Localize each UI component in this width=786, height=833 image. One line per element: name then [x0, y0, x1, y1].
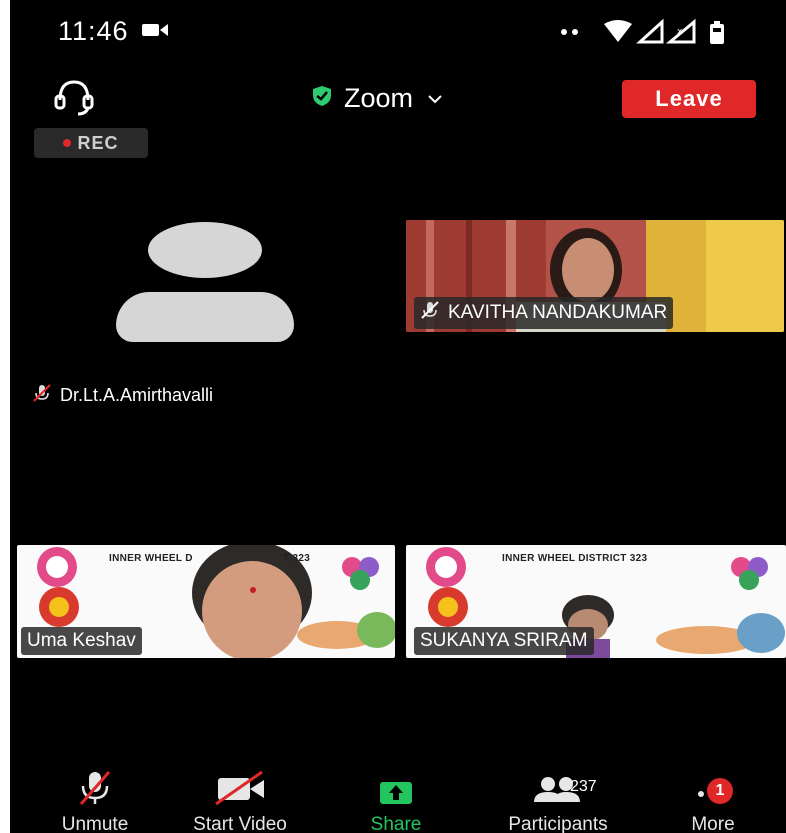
mic-muted-icon: [75, 770, 115, 806]
status-time: 11:46: [58, 16, 129, 46]
leave-button[interactable]: Leave: [622, 80, 756, 118]
system-icons: x: [558, 18, 758, 51]
meeting-title-button[interactable]: Zoom: [310, 78, 443, 118]
unmute-button[interactable]: Unmute: [40, 770, 150, 833]
participant-name: Uma Keshav: [27, 630, 136, 651]
video-camera-icon: [142, 22, 168, 43]
video-tile-uma[interactable]: INNER WHEEL D T 323 Uma Keshav: [17, 545, 395, 658]
start-video-button[interactable]: Start Video: [170, 770, 310, 833]
headset-icon[interactable]: [50, 74, 98, 118]
video-tile-sukanya[interactable]: INNER WHEEL DISTRICT 323 SUKANYA SRIRAM: [406, 545, 786, 658]
participant-name-tag: Uma Keshav: [21, 627, 142, 655]
participant-name: SUKANYA SRIRAM: [420, 630, 588, 651]
share-arrow-icon: [376, 770, 416, 806]
avatar-body: [116, 292, 294, 342]
participant-avatar[interactable]: [110, 222, 300, 342]
participant-name-tag: KAVITHA NANDAKUMAR: [414, 297, 674, 329]
zoom-meeting-screen: 11:46 x Zoom Leave REC Dr.Lt.A.Amirthava…: [10, 0, 786, 833]
unmute-label: Unmute: [61, 814, 129, 833]
banner-text: INNER WHEEL DISTRICT 323: [502, 553, 648, 564]
svg-text:x: x: [677, 27, 683, 37]
participants-button[interactable]: 237 Participants: [478, 770, 638, 833]
banner-text: INNER WHEEL D: [109, 553, 193, 564]
meeting-top-bar: Zoom Leave: [10, 70, 786, 126]
avatar-head: [148, 222, 262, 278]
meeting-title: Zoom: [344, 82, 414, 113]
participants-label: Participants: [508, 814, 608, 833]
participants-icon: 237: [508, 770, 608, 806]
battery-icon: [710, 21, 724, 44]
share-button[interactable]: Share: [356, 770, 436, 833]
start-video-label: Start Video: [193, 814, 287, 833]
more-label: More: [691, 814, 735, 833]
participant-name-tag: Dr.Lt.A.Amirthavalli: [32, 383, 213, 408]
participant-name: KAVITHA NANDAKUMAR: [448, 302, 668, 323]
mic-muted-icon: [32, 383, 52, 408]
participants-count: 237: [570, 778, 597, 795]
status-bar: 11:46 x: [10, 0, 786, 62]
record-dot-icon: [63, 139, 72, 147]
meeting-toolbar: Unmute Start Video Share 237 Participant…: [10, 770, 786, 833]
more-dots-icon: 1: [683, 770, 743, 806]
video-muted-icon: [212, 770, 268, 806]
signal-dots-icon: [561, 29, 578, 35]
recording-label: REC: [77, 132, 119, 153]
more-button[interactable]: 1 More: [678, 770, 748, 833]
banner-text-suffix: T 323: [283, 553, 311, 564]
recording-badge: REC: [34, 128, 148, 158]
chevron-down-icon: [427, 87, 443, 110]
share-label: Share: [370, 814, 422, 833]
wifi-icon: [604, 20, 632, 42]
more-notification-badge: 1: [707, 778, 733, 804]
participant-name-tag: SUKANYA SRIRAM: [414, 627, 594, 655]
video-tile-kavitha[interactable]: KAVITHA NANDAKUMAR: [406, 220, 784, 332]
cell-signal-icon: x: [636, 18, 696, 44]
mic-muted-icon: [420, 300, 440, 326]
shield-check-icon: [310, 84, 334, 113]
participant-name: Dr.Lt.A.Amirthavalli: [60, 385, 214, 405]
